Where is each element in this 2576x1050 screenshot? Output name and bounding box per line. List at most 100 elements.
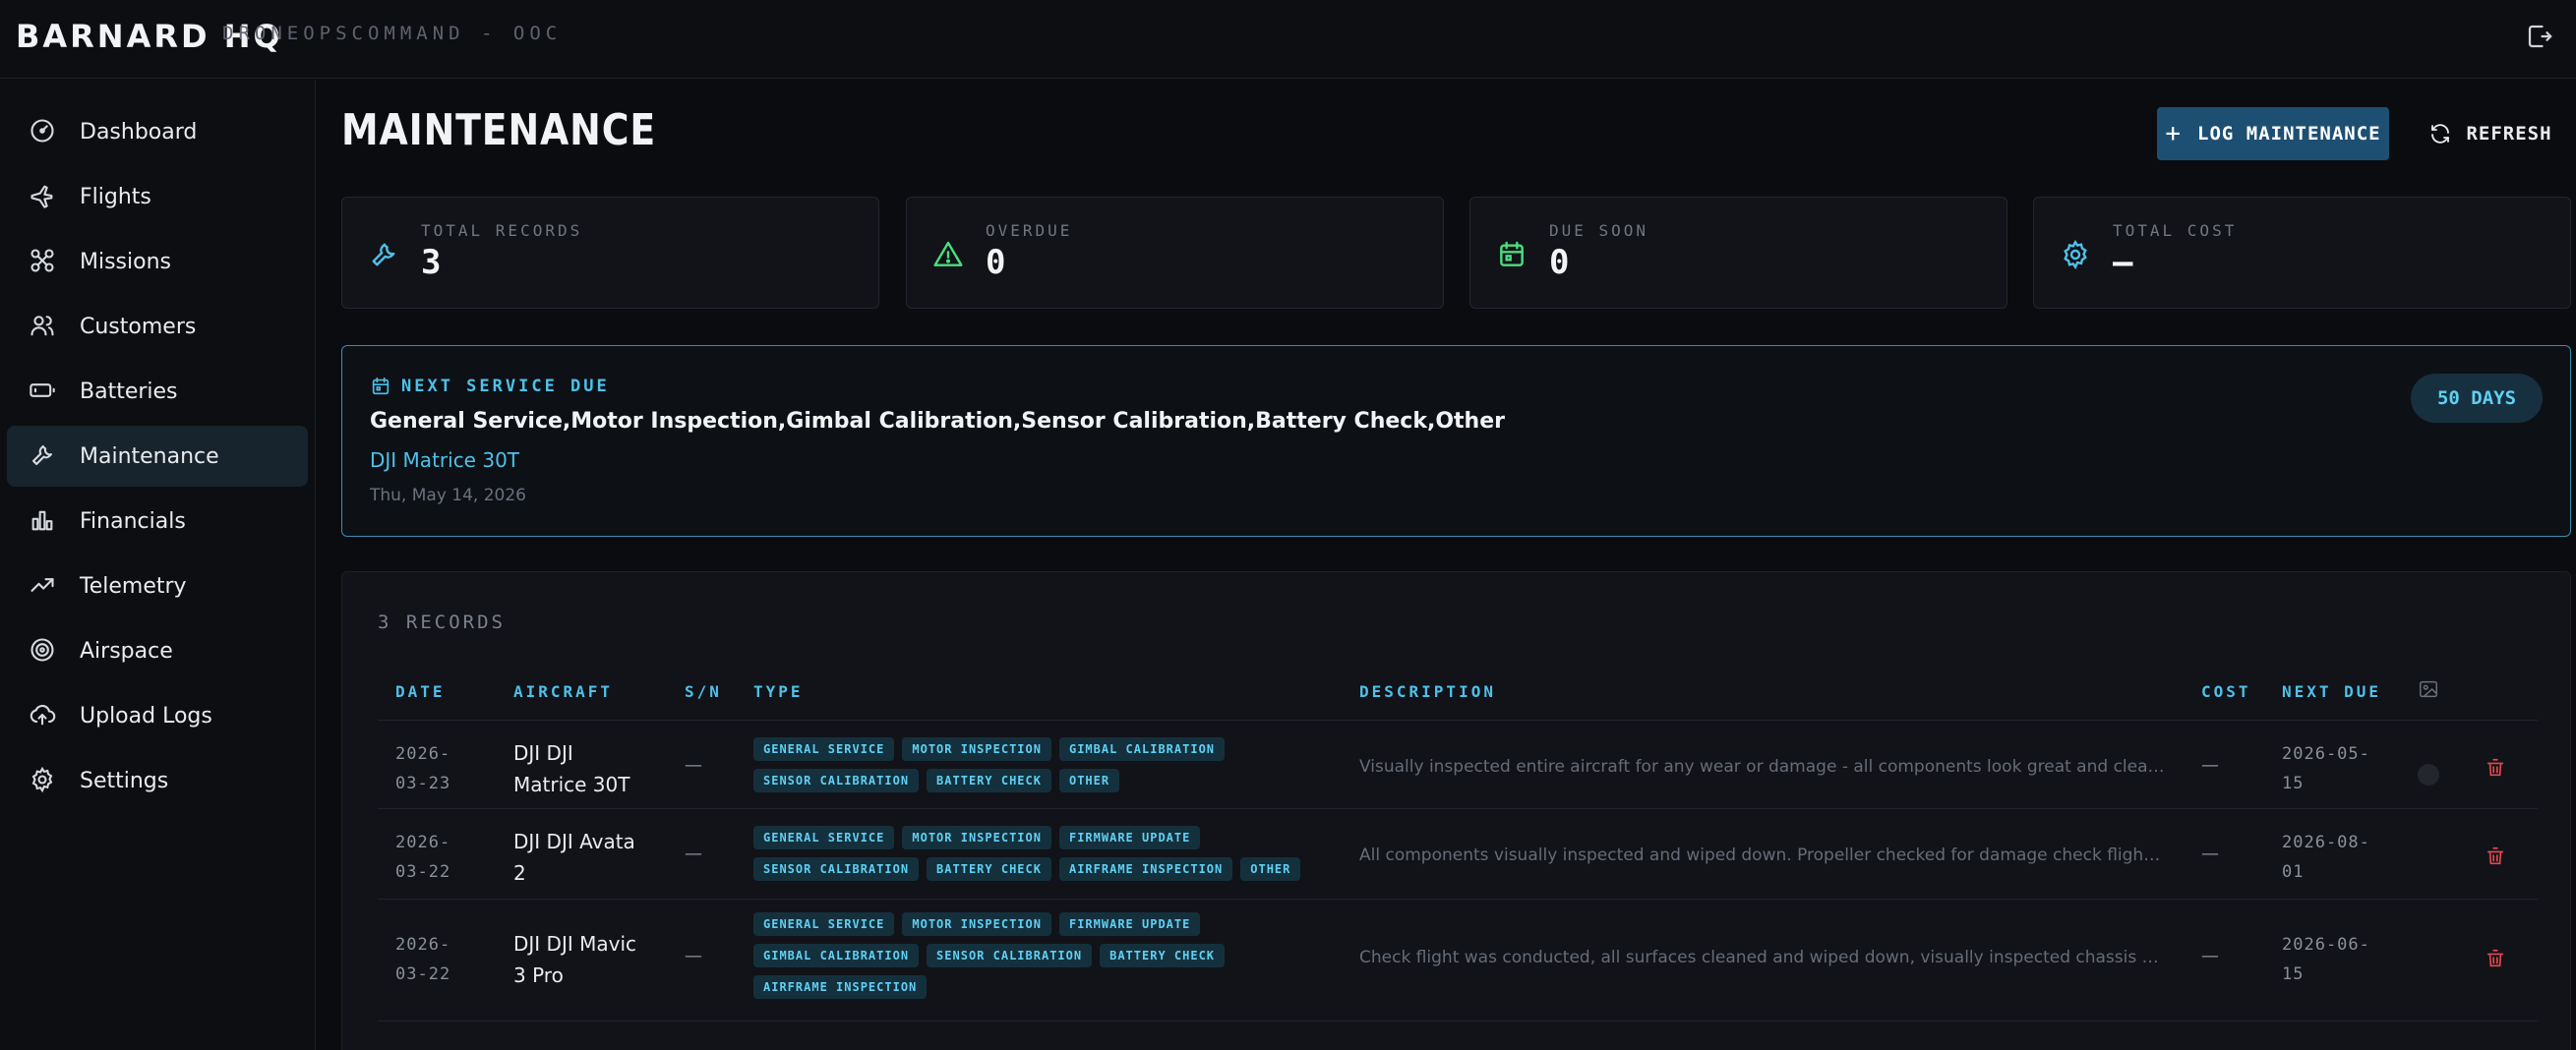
record-aircraft: DJI DJI Mavic 3 Pro [513, 932, 637, 987]
type-tag: FIRMWARE UPDATE [1058, 826, 1201, 849]
stat-value: — [2113, 243, 2133, 282]
delete-record-icon[interactable] [2485, 948, 2508, 971]
sidebar-item-label: Maintenance [80, 443, 219, 469]
sidebar-item-upload-logs[interactable]: Upload Logs [7, 685, 308, 746]
type-tag: BATTERY CHECK [927, 857, 1051, 881]
type-tag: BATTERY CHECK [927, 769, 1051, 792]
record-sn: — [685, 946, 702, 966]
record-sn: — [685, 844, 702, 864]
refresh-label: REFRESH [2466, 123, 2552, 145]
alert-triangle-icon [932, 239, 964, 270]
type-tag: GENERAL SERVICE [753, 912, 895, 936]
sidebar-item-financials[interactable]: Financials [7, 491, 308, 552]
stat-value: 3 [421, 243, 442, 282]
column-header-description[interactable]: DESCRIPTION [1359, 682, 1496, 701]
sidebar-item-settings[interactable]: Settings [7, 750, 308, 811]
record-type-tags: GENERAL SERVICE MOTOR INSPECTION FIRMWAR… [753, 912, 1334, 999]
record-cost: — [2201, 755, 2219, 776]
sidebar-item-label: Flights [80, 184, 151, 209]
column-header-sn[interactable]: S/N [685, 682, 722, 701]
stat-value: 0 [986, 243, 1006, 282]
wrench-icon [29, 441, 58, 471]
plane-icon [29, 182, 58, 211]
record-description: Visually inspected entire aircraft for a… [1359, 757, 2166, 777]
records-count: 3 RECORDS [378, 612, 506, 633]
next-service-aircraft[interactable]: DJI Matrice 30T [370, 448, 519, 472]
type-tag: SENSOR CALIBRATION [753, 769, 920, 792]
log-maintenance-label: LOG MAINTENANCE [2197, 123, 2381, 145]
cloud-upload-icon [29, 701, 58, 730]
type-tag: MOTOR INSPECTION [902, 737, 1051, 761]
stat-card-total-records: TOTAL RECORDS 3 [341, 197, 879, 309]
stat-label: DUE SOON [1549, 221, 1649, 240]
record-next-due: 2026-05- 15 [2282, 744, 2370, 793]
refresh-button[interactable]: REFRESH [2426, 107, 2554, 160]
calendar-icon [1496, 239, 1528, 270]
sidebar-item-label: Settings [80, 768, 169, 793]
type-tag: OTHER [1240, 857, 1301, 881]
record-type-tags: GENERAL SERVICE MOTOR INSPECTION GIMBAL … [753, 737, 1334, 792]
sidebar-item-maintenance[interactable]: Maintenance [7, 426, 308, 487]
sidebar-item-label: Upload Logs [80, 703, 212, 729]
delete-record-icon[interactable] [2485, 757, 2508, 781]
calendar-icon [372, 377, 389, 395]
column-header-date[interactable]: DATE [395, 682, 446, 701]
type-tag: OTHER [1058, 769, 1120, 792]
record-aircraft: DJI DJI Matrice 30T [513, 741, 630, 796]
page-title: MAINTENANCE [341, 105, 657, 155]
next-service-date: Thu, May 14, 2026 [370, 486, 526, 505]
stat-card-overdue: OVERDUE 0 [906, 197, 1444, 309]
sidebar-item-dashboard[interactable]: Dashboard [7, 101, 308, 162]
type-tag: BATTERY CHECK [1100, 944, 1226, 967]
type-tag: SENSOR CALIBRATION [753, 857, 920, 881]
type-tag: MOTOR INSPECTION [902, 912, 1051, 936]
sidebar-item-missions[interactable]: Missions [7, 231, 308, 292]
sidebar-item-label: Airspace [80, 638, 173, 664]
row-divider [378, 808, 2538, 809]
sidebar-item-label: Batteries [80, 379, 178, 404]
column-header-type[interactable]: TYPE [753, 682, 804, 701]
column-header-next-due[interactable]: NEXT DUE [2282, 682, 2381, 701]
type-tag: GENERAL SERVICE [753, 737, 895, 761]
type-tag: FIRMWARE UPDATE [1058, 912, 1201, 936]
records-table-panel: 3 RECORDS DATE AIRCRAFT S/N TYPE DESCRIP… [341, 571, 2571, 1050]
battery-icon [29, 377, 58, 406]
next-service-heading-label: NEXT SERVICE DUE [401, 377, 610, 396]
delete-record-icon[interactable] [2485, 846, 2508, 869]
stat-card-due-soon: DUE SOON 0 [1469, 197, 2007, 309]
stat-card-total-cost: TOTAL COST — [2033, 197, 2571, 309]
row-divider [378, 720, 2538, 721]
sidebar-item-airspace[interactable]: Airspace [7, 620, 308, 681]
bar-chart-icon [29, 506, 58, 536]
type-tag: AIRFRAME INSPECTION [1058, 857, 1233, 881]
record-date: 2026- 03-22 [395, 833, 451, 882]
record-sn: — [685, 755, 702, 776]
sidebar-item-batteries[interactable]: Batteries [7, 361, 308, 422]
sidebar-item-telemetry[interactable]: Telemetry [7, 555, 308, 616]
next-service-card[interactable]: NEXT SERVICE DUE General Service,Motor I… [341, 345, 2571, 537]
sidebar-item-label: Telemetry [80, 573, 187, 599]
sidebar-item-label: Customers [80, 314, 197, 339]
sidebar-item-customers[interactable]: Customers [7, 296, 308, 357]
record-date: 2026- 03-23 [395, 744, 451, 793]
record-aircraft: DJI DJI Avata 2 [513, 830, 635, 885]
log-maintenance-button[interactable]: + LOG MAINTENANCE [2157, 107, 2389, 160]
wrench-icon [368, 239, 399, 270]
record-date: 2026- 03-22 [395, 935, 451, 984]
plus-icon: + [2165, 119, 2183, 148]
gauge-icon [29, 117, 58, 146]
radar-icon [29, 636, 58, 666]
stat-label: OVERDUE [986, 221, 1073, 240]
sidebar-item-label: Missions [80, 249, 171, 274]
sidebar-item-flights[interactable]: Flights [7, 166, 308, 227]
logout-icon[interactable] [2525, 22, 2556, 53]
record-description: Check flight was conducted, all surfaces… [1359, 948, 2166, 967]
top-bar: BARNARD HQ DRONEOPSCOMMAND - OOC [0, 0, 2576, 79]
column-header-cost[interactable]: COST [2201, 682, 2251, 701]
type-tag: GIMBAL CALIBRATION [753, 944, 920, 967]
stat-label: TOTAL RECORDS [421, 221, 583, 240]
column-header-aircraft[interactable]: AIRCRAFT [513, 682, 613, 701]
stat-value: 0 [1549, 243, 1570, 282]
record-image-placeholder[interactable] [2418, 764, 2439, 786]
row-divider [378, 899, 2538, 900]
